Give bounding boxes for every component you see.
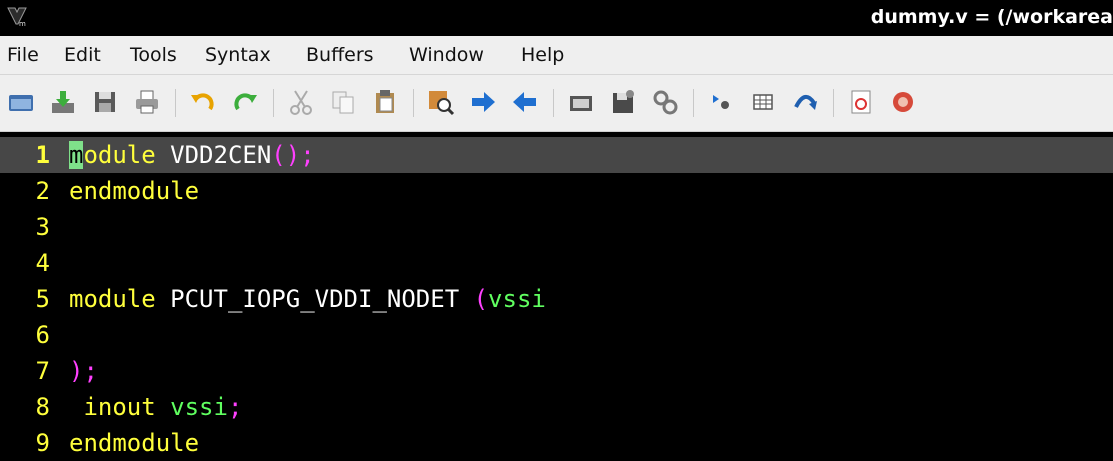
menu-file[interactable]: File [7, 44, 39, 66]
line-number: 1 [35, 141, 50, 169]
back-arrow-icon[interactable] [510, 87, 540, 117]
code-line: 9 endmodule [0, 425, 1113, 461]
line-number: 2 [35, 177, 50, 205]
menu-syntax[interactable]: Syntax [205, 44, 271, 66]
line-number: 5 [35, 285, 50, 313]
code-line: 8 inout vssi; [0, 389, 1113, 425]
menu-window[interactable]: Window [409, 44, 484, 66]
line-number: 3 [35, 213, 50, 241]
code-line: 7 ); [0, 353, 1113, 389]
code-line: 3 [0, 209, 1113, 245]
window-title: dummy.v = (/workarea [870, 6, 1113, 28]
toolbar-separator [553, 89, 554, 117]
line-number: 4 [35, 249, 50, 277]
code-text: ); [69, 357, 98, 385]
toolbar-separator [175, 89, 176, 117]
code-line: 6 [0, 317, 1113, 353]
run-script-icon[interactable] [650, 87, 680, 117]
cut-icon[interactable] [286, 87, 316, 117]
menu-bar: File Edit Tools Syntax Buffers Window He… [0, 36, 1113, 75]
menu-edit[interactable]: Edit [64, 44, 101, 66]
line-number: 8 [35, 393, 50, 421]
copy-icon[interactable] [328, 87, 358, 117]
svg-text:m: m [19, 20, 26, 28]
menu-buffers[interactable]: Buffers [306, 44, 374, 66]
vim-logo-icon: m [6, 6, 28, 28]
toolbar-separator [273, 89, 274, 117]
code-text: module PCUT_IOPG_VDDI_NODET (vssi [69, 285, 546, 313]
code-text: inout vssi; [83, 393, 243, 421]
close-icon[interactable] [888, 87, 918, 117]
make-icon[interactable] [706, 87, 736, 117]
save-session-icon[interactable] [608, 87, 638, 117]
paste-icon[interactable] [370, 87, 400, 117]
undo-icon[interactable] [188, 87, 218, 117]
toolbar-separator [833, 89, 834, 117]
code-text: module VDD2CEN(); [69, 141, 315, 169]
menu-tools[interactable]: Tools [130, 44, 177, 66]
toolbar [0, 75, 1113, 132]
jump-icon[interactable] [790, 87, 820, 117]
table-icon[interactable] [748, 87, 778, 117]
code-text: endmodule [69, 429, 200, 457]
open-folder-icon[interactable] [6, 87, 36, 117]
floppy-save-icon[interactable] [90, 87, 120, 117]
code-line: 1 module VDD2CEN(); [0, 137, 1113, 173]
text-cursor: m [69, 141, 84, 169]
line-number: 7 [35, 357, 50, 385]
download-save-icon[interactable] [48, 87, 78, 117]
menu-help[interactable]: Help [521, 44, 564, 66]
code-line: 5 module PCUT_IOPG_VDDI_NODET (vssi [0, 281, 1113, 317]
print-icon[interactable] [132, 87, 162, 117]
editor-area[interactable]: 1 module VDD2CEN(); 2 endmodule 3 4 5 mo… [0, 133, 1113, 460]
toolbar-separator [413, 89, 414, 117]
load-session-icon[interactable] [566, 87, 596, 117]
code-text: endmodule [69, 177, 200, 205]
title-bar: m dummy.v = (/workarea [0, 0, 1113, 36]
toolbar-separator [693, 89, 694, 117]
code-line: 4 [0, 245, 1113, 281]
forward-arrow-icon[interactable] [468, 87, 498, 117]
line-number: 6 [35, 321, 50, 349]
find-replace-icon[interactable] [426, 87, 456, 117]
code-line: 2 endmodule [0, 173, 1113, 209]
line-number: 9 [35, 429, 50, 457]
help-icon[interactable] [846, 87, 876, 117]
redo-icon[interactable] [230, 87, 260, 117]
